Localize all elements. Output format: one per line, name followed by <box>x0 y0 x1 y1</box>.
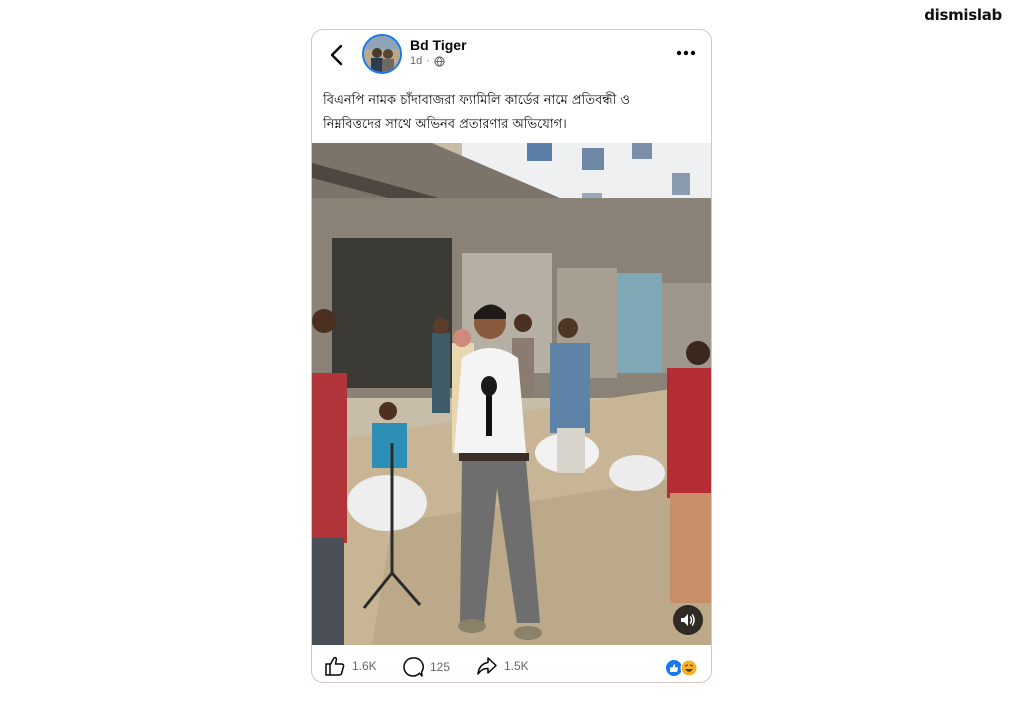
author-name[interactable]: Bd Tiger <box>410 37 467 53</box>
post-meta: 1d · <box>410 55 445 67</box>
facebook-post-card: Bd Tiger 1d · বিএনপি নামক চাঁদাবাজরা ফ্য… <box>311 29 712 683</box>
sound-toggle-button[interactable] <box>673 605 703 635</box>
caption-line-2: নিম্নবিত্তদের সাথে অভিনব প্রতারণার অভিযো… <box>323 117 567 132</box>
globe-icon <box>434 55 445 67</box>
dismislab-logo: dismislab <box>924 6 1002 24</box>
ellipsis-icon[interactable] <box>675 48 697 58</box>
speaker-icon <box>681 614 695 626</box>
video-frame-image <box>312 143 711 645</box>
back-chevron-icon[interactable] <box>326 42 348 68</box>
like-button[interactable]: 1.6K <box>324 656 377 676</box>
like-count: 1.6K <box>352 659 377 673</box>
reaction-summary[interactable] <box>665 659 699 677</box>
like-reaction-icon <box>666 660 682 676</box>
post-video[interactable] <box>312 143 711 645</box>
haha-reaction-icon <box>680 659 698 677</box>
post-caption: বিএনপি নামক চাঁদাবাজরা ফ্যামিলি কার্ডের … <box>323 89 703 137</box>
post-header: Bd Tiger 1d · <box>312 30 711 82</box>
share-button[interactable]: 1.5K <box>476 656 529 676</box>
share-arrow-icon <box>477 657 497 675</box>
post-time[interactable]: 1d <box>410 55 422 67</box>
post-actions: 1.6K 125 1.5K <box>312 652 711 682</box>
comment-count: 125 <box>430 660 451 674</box>
caption-line-1: বিএনপি নামক চাঁদাবাজরা ফ্যামিলি কার্ডের … <box>323 93 631 108</box>
avatar-image <box>364 36 400 72</box>
comment-button[interactable]: 125 <box>402 656 450 678</box>
author-avatar[interactable] <box>362 34 402 74</box>
comment-bubble-icon <box>403 657 424 677</box>
meta-separator: · <box>426 55 430 67</box>
share-count: 1.5K <box>504 659 529 673</box>
thumbs-up-icon <box>325 656 345 676</box>
